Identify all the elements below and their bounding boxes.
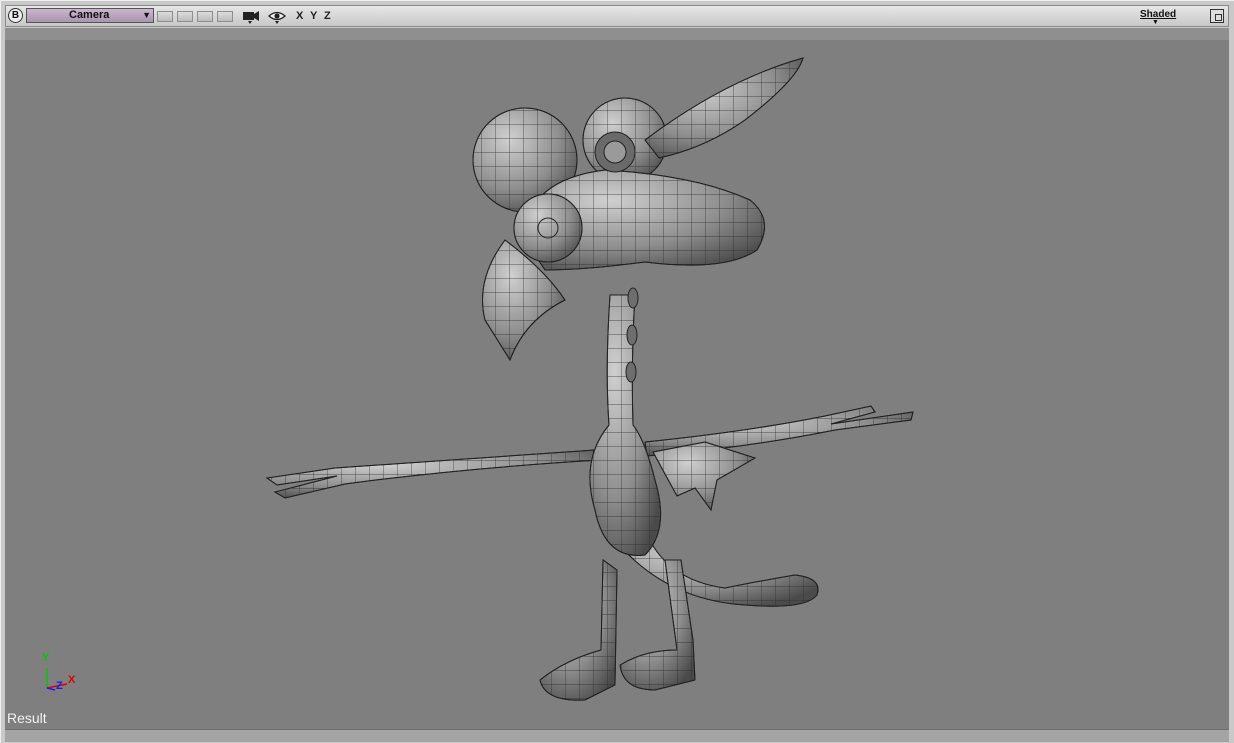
camera-icon[interactable] — [242, 9, 260, 30]
bookmark-slot-2[interactable] — [177, 11, 193, 22]
shading-mode-menu[interactable]: Shaded ▼ — [1140, 9, 1176, 26]
eye-icon[interactable] — [268, 9, 286, 30]
viewport-result-label: Result — [7, 710, 47, 726]
camera-select[interactable]: Camera ▼ — [26, 8, 154, 23]
axis-gizmo-icon: Y X Z — [33, 652, 83, 698]
camera-select-value: Camera — [69, 9, 110, 21]
viewport-status-bar — [5, 729, 1229, 742]
viewport-window: B Camera ▼ X Y Z Shaded ▼ Y X Z Result — [0, 0, 1234, 743]
axis-z-label: Z — [56, 680, 63, 692]
bookmark-slot-1[interactable] — [157, 11, 173, 22]
viewport-toolbar: B Camera ▼ X Y Z Shaded ▼ — [5, 5, 1229, 27]
dropdown-arrow-icon: ▼ — [1152, 19, 1159, 26]
viewport-menu-button[interactable]: B — [8, 8, 23, 23]
axis-x-label: X — [68, 674, 76, 686]
3d-viewport[interactable]: Y X Z Result — [5, 40, 1229, 729]
body — [589, 294, 662, 556]
maximize-icon[interactable] — [1210, 9, 1224, 23]
axis-y-label: Y — [42, 652, 50, 664]
character-model — [265, 57, 914, 701]
bookmark-slot-3[interactable] — [197, 11, 213, 22]
axis-x-button[interactable]: X — [296, 10, 303, 22]
axis-y-button[interactable]: Y — [310, 10, 317, 22]
left-arm — [265, 449, 601, 499]
wing — [652, 441, 757, 512]
bookmark-slot-4[interactable] — [217, 11, 233, 22]
dropdown-arrow-icon: ▼ — [142, 10, 151, 20]
head — [472, 57, 804, 362]
legs — [539, 559, 696, 701]
axis-z-button[interactable]: Z — [324, 10, 331, 22]
toolbar-separator — [5, 28, 1229, 40]
